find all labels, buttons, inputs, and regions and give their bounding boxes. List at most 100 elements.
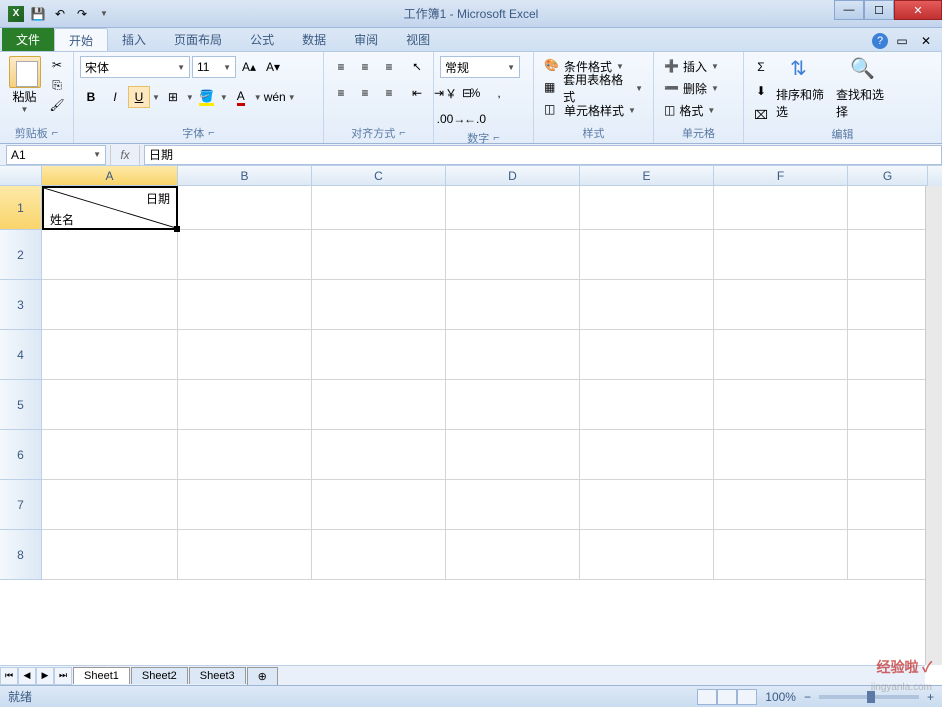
row-header-8[interactable]: 8 [0,530,42,580]
col-header-d[interactable]: D [446,166,580,186]
shrink-font-icon[interactable]: A▾ [262,56,284,78]
select-all-corner[interactable] [0,166,42,186]
redo-icon[interactable]: ↷ [72,4,92,24]
row-header-4[interactable]: 4 [0,330,42,380]
row-header-5[interactable]: 5 [0,380,42,430]
cell-F2[interactable] [714,230,848,280]
underline-button[interactable]: U [128,86,150,108]
format-painter-icon[interactable]: 🖌 [47,96,67,114]
tab-home[interactable]: 开始 [54,28,108,51]
comma-icon[interactable]: , [488,82,510,104]
help-icon[interactable]: ? [872,33,888,49]
align-bottom-icon[interactable]: ≡ [378,56,400,78]
insert-cells-button[interactable]: ➕插入 ▼ [660,56,737,76]
cell-A7[interactable] [42,480,178,530]
row-header-7[interactable]: 7 [0,480,42,530]
bold-button[interactable]: B [80,86,102,108]
cell-A2[interactable] [42,230,178,280]
grow-font-icon[interactable]: A▴ [238,56,260,78]
cell-B4[interactable] [178,330,312,380]
cell-D1[interactable] [446,186,580,230]
paste-button[interactable]: 粘贴 ▼ [6,56,43,125]
cell-G4[interactable] [848,330,928,380]
cell-D5[interactable] [446,380,580,430]
cell-D3[interactable] [446,280,580,330]
formula-input[interactable]: 日期 [144,145,942,165]
cell-G6[interactable] [848,430,928,480]
clear-button[interactable]: ⌧ [750,104,772,126]
minimize-ribbon-icon[interactable]: ▭ [892,31,912,51]
sheet-nav-prev[interactable]: ◀ [18,667,36,685]
excel-app-icon[interactable]: X [6,4,26,24]
sheet-nav-last[interactable]: ⏭ [54,667,72,685]
qat-dropdown-icon[interactable]: ▼ [94,4,114,24]
cell-A1[interactable]: 日期姓名 [42,186,178,230]
cell-G2[interactable] [848,230,928,280]
decrease-decimal-icon[interactable]: ←.0 [464,108,486,130]
col-header-f[interactable]: F [714,166,848,186]
cell-C5[interactable] [312,380,446,430]
tab-review[interactable]: 审阅 [340,28,392,51]
cell-A6[interactable] [42,430,178,480]
cell-A3[interactable] [42,280,178,330]
zoom-out-button[interactable]: − [804,690,811,704]
format-cells-button[interactable]: ◫格式 ▼ [660,100,737,120]
cell-E5[interactable] [580,380,714,430]
cell-B7[interactable] [178,480,312,530]
tab-page-layout[interactable]: 页面布局 [160,28,236,51]
cell-E1[interactable] [580,186,714,230]
sheet-nav-next[interactable]: ▶ [36,667,54,685]
phonetic-button[interactable]: wén [264,86,286,108]
cell-F5[interactable] [714,380,848,430]
increase-decimal-icon[interactable]: .00→ [440,108,462,130]
zoom-level[interactable]: 100% [765,690,796,704]
sort-filter-button[interactable]: ⇅ 排序和筛选 [776,56,832,126]
cell-D2[interactable] [446,230,580,280]
cell-D8[interactable] [446,530,580,580]
cell-G8[interactable] [848,530,928,580]
font-color-button[interactable]: A [230,86,252,108]
cell-F3[interactable] [714,280,848,330]
tab-insert[interactable]: 插入 [108,28,160,51]
cell-C1[interactable] [312,186,446,230]
close-button[interactable]: ✕ [894,0,942,20]
align-left-icon[interactable]: ≡ [330,82,352,104]
cell-G1[interactable] [848,186,928,230]
fill-color-button[interactable]: 🪣 [196,86,218,108]
undo-icon[interactable]: ↶ [50,4,70,24]
delete-cells-button[interactable]: ➖删除 ▼ [660,78,737,98]
find-select-button[interactable]: 🔍 查找和选择 [836,56,892,126]
cell-B6[interactable] [178,430,312,480]
col-header-e[interactable]: E [580,166,714,186]
view-normal-icon[interactable] [697,689,717,705]
maximize-button[interactable]: ☐ [864,0,894,20]
cell-B1[interactable] [178,186,312,230]
cell-E3[interactable] [580,280,714,330]
row-header-3[interactable]: 3 [0,280,42,330]
fx-button[interactable]: fx [110,145,140,165]
currency-icon[interactable]: ￥ [440,82,462,104]
vertical-scrollbar[interactable] [925,186,942,665]
col-header-g[interactable]: G [848,166,928,186]
cell-E8[interactable] [580,530,714,580]
sheet-nav-first[interactable]: ⏮ [0,667,18,685]
view-page-layout-icon[interactable] [717,689,737,705]
cell-E2[interactable] [580,230,714,280]
cell-D7[interactable] [446,480,580,530]
fill-button[interactable]: ⬇ [750,80,772,102]
minimize-button[interactable]: — [834,0,864,20]
cell-E6[interactable] [580,430,714,480]
cell-E4[interactable] [580,330,714,380]
col-header-c[interactable]: C [312,166,446,186]
cell-C2[interactable] [312,230,446,280]
cell-A8[interactable] [42,530,178,580]
align-right-icon[interactable]: ≡ [378,82,400,104]
name-box[interactable]: A1▼ [6,145,106,165]
cell-F7[interactable] [714,480,848,530]
cell-C7[interactable] [312,480,446,530]
cell-D6[interactable] [446,430,580,480]
new-sheet-button[interactable]: ⊕ [247,667,278,685]
cell-B8[interactable] [178,530,312,580]
cell-G7[interactable] [848,480,928,530]
cell-F1[interactable] [714,186,848,230]
